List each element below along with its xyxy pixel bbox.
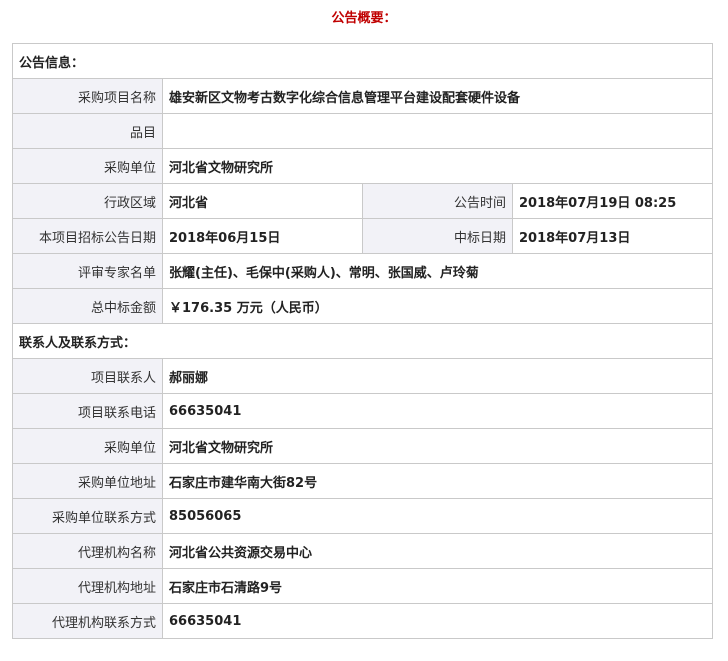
project-name-label: 采购项目名称 <box>12 78 163 114</box>
table-row: 采购单位地址 石家庄市建华南大街82号 <box>12 463 714 499</box>
project-phone-label: 项目联系电话 <box>12 393 163 429</box>
table-row: 采购单位 河北省文物研究所 <box>12 148 714 184</box>
table-row: 采购单位 河北省文物研究所 <box>12 428 714 464</box>
table-row: 公告信息： <box>11 43 714 79</box>
agency-address-label: 代理机构地址 <box>12 568 163 604</box>
table-row: 项目联系电话 66635041 <box>12 393 714 429</box>
contact-purchaser-label: 采购单位 <box>12 428 163 464</box>
table-row: 采购单位联系方式 85056065 <box>12 498 714 534</box>
section-header-notice-info: 公告信息： <box>11 43 714 79</box>
tender-date-label: 本项目招标公告日期 <box>12 218 163 254</box>
table-row: 总中标金额 ￥176.35 万元（人民币） <box>12 288 714 324</box>
table-row: 行政区域 河北省 公告时间 2018年07月19日 08:25 <box>12 183 714 219</box>
table-row: 本项目招标公告日期 2018年06月15日 中标日期 2018年07月13日 <box>12 218 714 254</box>
agency-phone-value: 66635041 <box>161 603 714 639</box>
announce-time-value: 2018年07月19日 08:25 <box>511 183 714 219</box>
project-name-value: 雄安新区文物考古数字化综合信息管理平台建设配套硬件设备 <box>161 78 714 114</box>
region-label: 行政区域 <box>12 183 163 219</box>
section-header-contact-info: 联系人及联系方式： <box>11 323 714 359</box>
tender-date-value: 2018年06月15日 <box>162 218 363 254</box>
purchaser-label: 采购单位 <box>12 148 163 184</box>
announce-time-label: 公告时间 <box>362 183 513 219</box>
purchaser-phone-value: 85056065 <box>161 498 714 534</box>
award-date-label: 中标日期 <box>362 218 513 254</box>
agency-name-value: 河北省公共资源交易中心 <box>161 533 714 569</box>
purchaser-phone-label: 采购单位联系方式 <box>12 498 163 534</box>
experts-label: 评审专家名单 <box>12 253 163 289</box>
experts-value: 张耀(主任)、毛保中(采购人)、常明、张国威、卢玲菊 <box>161 253 714 289</box>
category-value <box>161 113 714 149</box>
table-row: 代理机构名称 河北省公共资源交易中心 <box>12 533 714 569</box>
project-phone-value: 66635041 <box>161 393 714 429</box>
table-row: 代理机构地址 石家庄市石清路9号 <box>12 568 714 604</box>
table-row: 联系人及联系方式： <box>11 323 714 359</box>
page-title: 公告概要： <box>331 11 397 26</box>
table-row: 代理机构联系方式 66635041 <box>12 603 714 639</box>
region-value: 河北省 <box>162 183 363 219</box>
amount-value: ￥176.35 万元（人民币） <box>161 288 714 324</box>
agency-name-label: 代理机构名称 <box>12 533 163 569</box>
table-row: 项目联系人 郝丽娜 <box>12 358 714 394</box>
award-date-value: 2018年07月13日 <box>511 218 714 254</box>
purchaser-value: 河北省文物研究所 <box>161 148 714 184</box>
purchaser-address-label: 采购单位地址 <box>12 463 163 499</box>
purchaser-address-value: 石家庄市建华南大街82号 <box>161 463 714 499</box>
category-label: 品目 <box>12 113 163 149</box>
table-row: 评审专家名单 张耀(主任)、毛保中(采购人)、常明、张国威、卢玲菊 <box>12 253 714 289</box>
project-contact-value: 郝丽娜 <box>161 358 714 394</box>
contact-purchaser-value: 河北省文物研究所 <box>161 428 714 464</box>
table-row: 品目 <box>12 113 714 149</box>
agency-phone-label: 代理机构联系方式 <box>12 603 163 639</box>
amount-label: 总中标金额 <box>12 288 163 324</box>
table-row: 采购项目名称 雄安新区文物考古数字化综合信息管理平台建设配套硬件设备 <box>12 78 714 114</box>
announcement-table: 公告信息： 采购项目名称 雄安新区文物考古数字化综合信息管理平台建设配套硬件设备… <box>11 43 714 639</box>
project-contact-label: 项目联系人 <box>12 358 163 394</box>
agency-address-value: 石家庄市石清路9号 <box>161 568 714 604</box>
